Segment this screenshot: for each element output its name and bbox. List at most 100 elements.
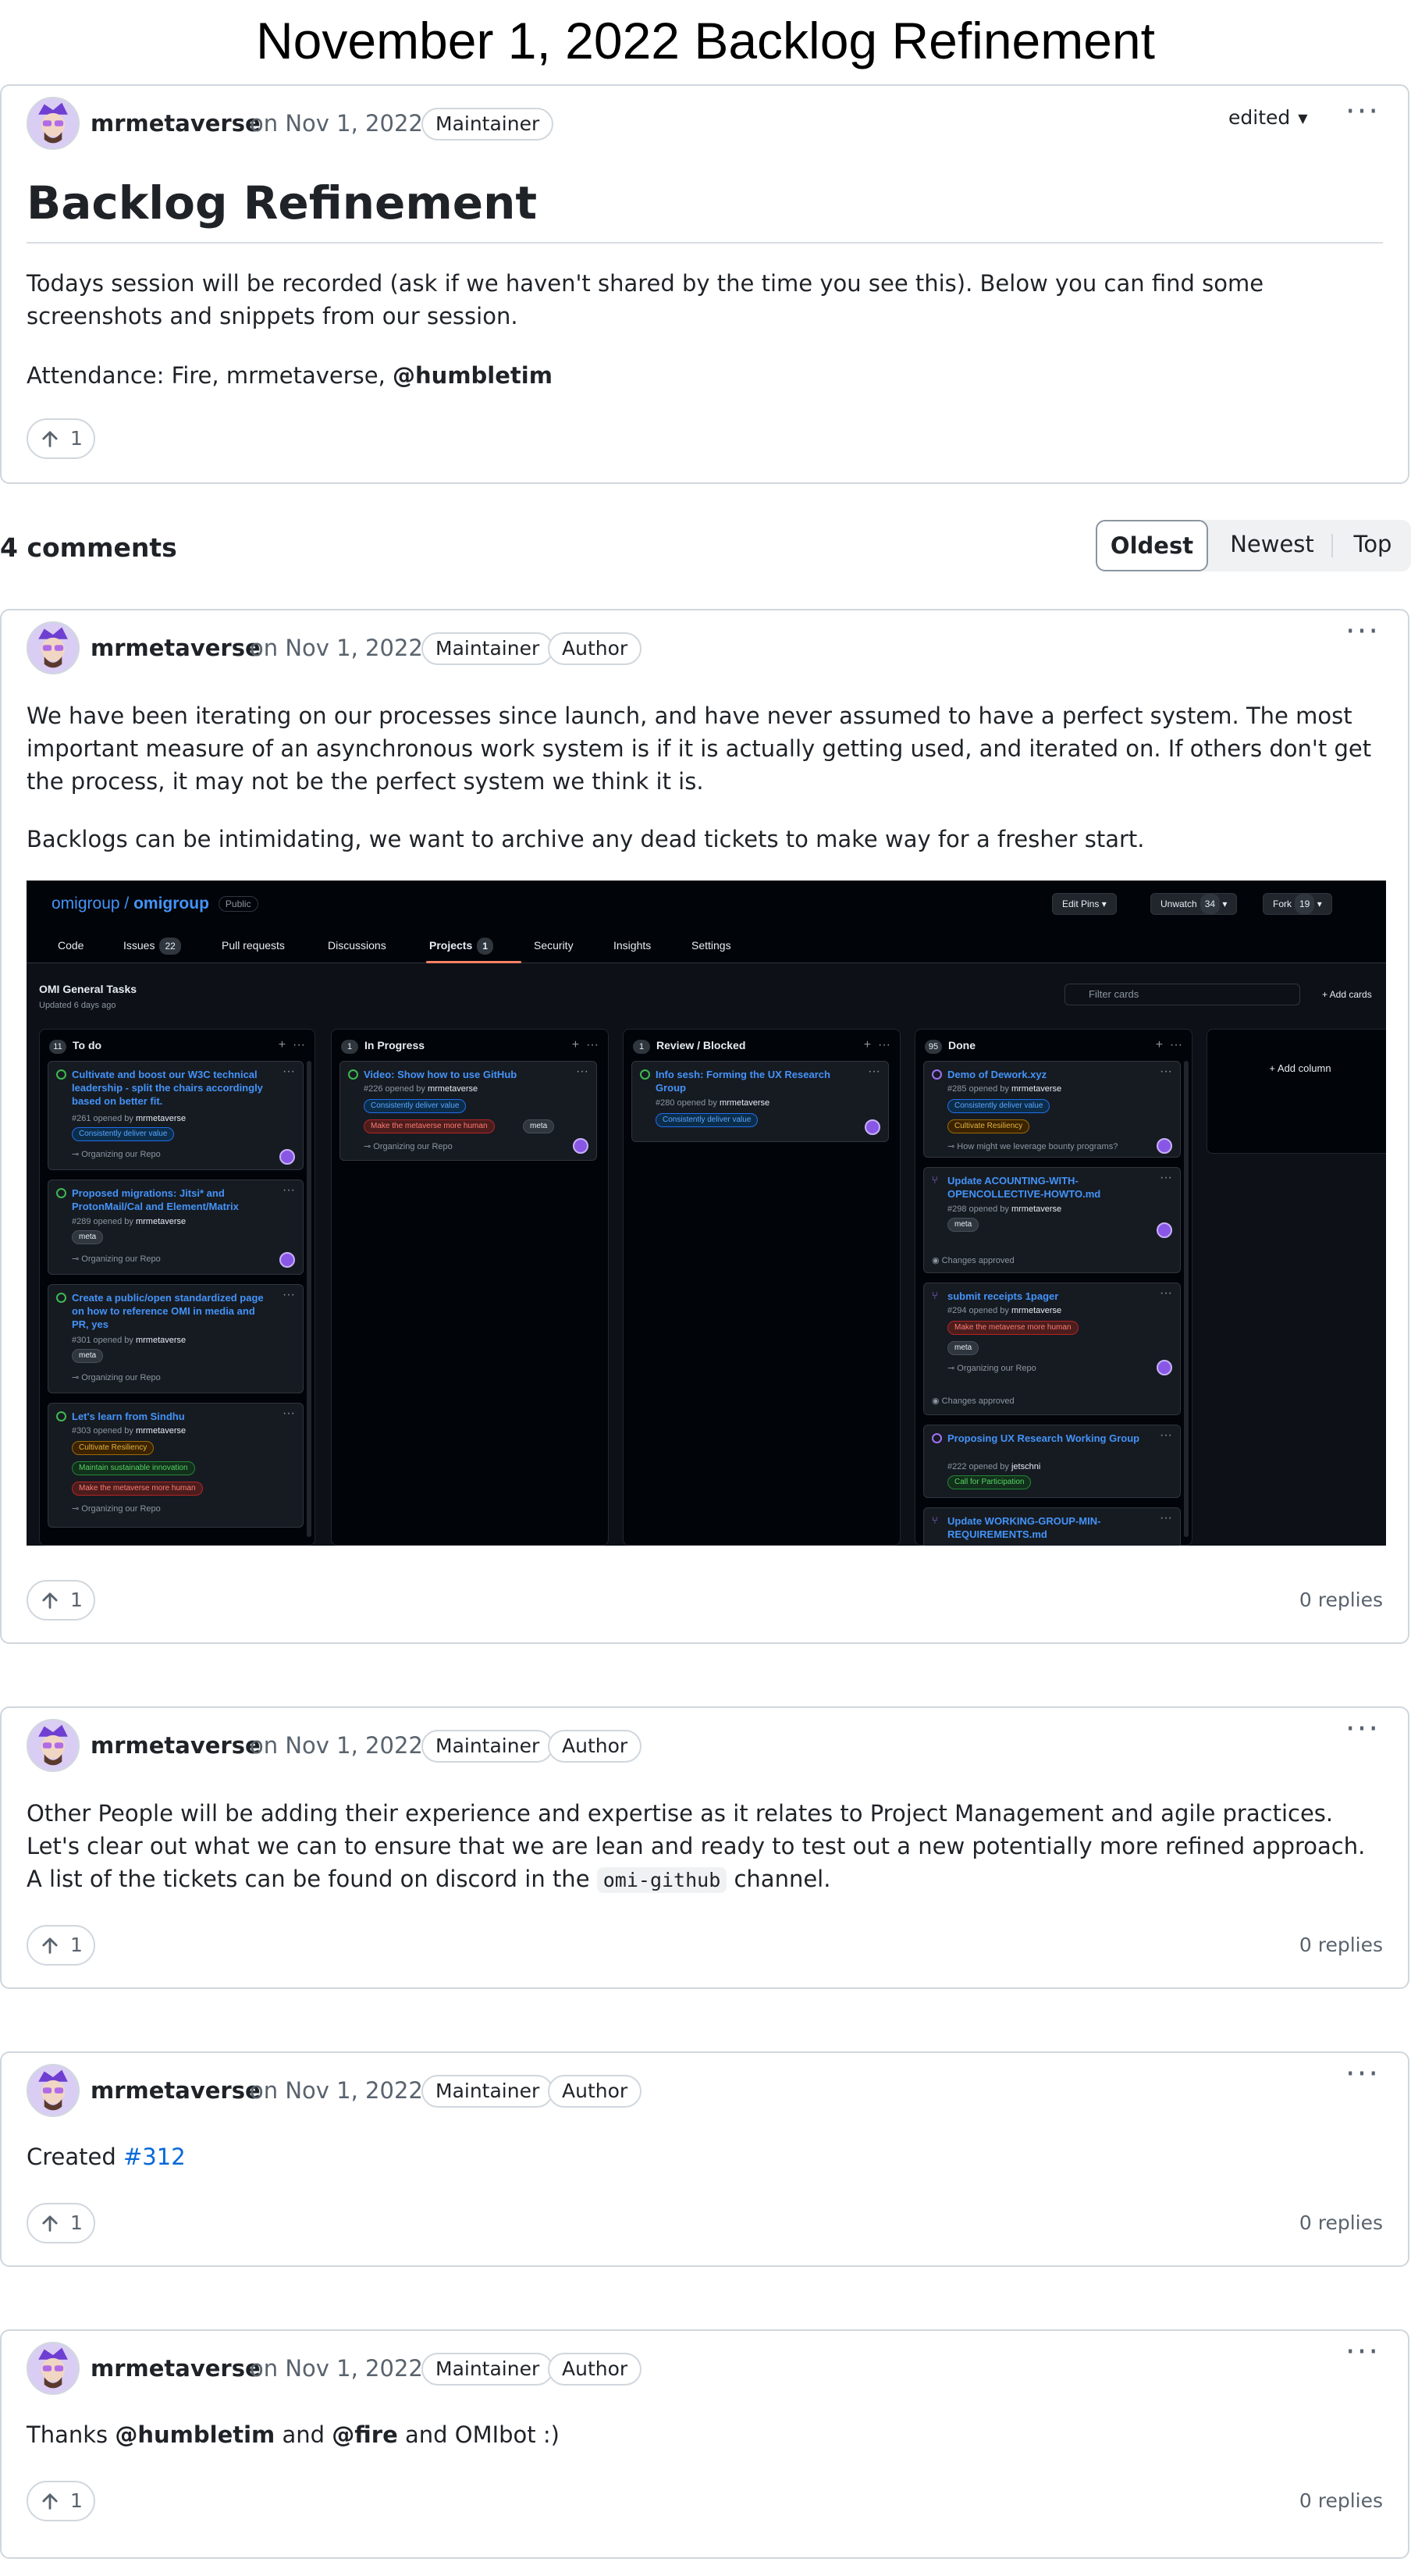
attendance-text: Attendance: Fire, mrmetaverse,: [27, 362, 393, 389]
board-scrollbar: [1184, 1061, 1189, 1537]
comments-count: 4 comments: [0, 532, 177, 563]
sort-oldest-button[interactable]: Oldest: [1096, 520, 1208, 571]
avatar[interactable]: [27, 621, 80, 674]
role-badge: Maintainer: [421, 2353, 554, 2386]
kebab-icon[interactable]: ···: [1342, 2058, 1383, 2097]
mention-link[interactable]: @fire: [332, 2421, 397, 2448]
sort-newest-button[interactable]: Newest: [1213, 520, 1331, 571]
comment-paragraph: Thanks @humbletim and @fire and OMIbot :…: [27, 2421, 560, 2448]
upvote-arrow-icon: [42, 2493, 58, 2510]
replies-count[interactable]: 0 replies: [1299, 1930, 1383, 1961]
replies-count[interactable]: 0 replies: [1299, 2208, 1383, 2239]
board-tab-issues: Issues 22: [123, 937, 181, 955]
sort-toggle: Oldest Newest Top: [1096, 520, 1411, 571]
board-column-header: 95 Done + ···: [925, 1036, 1182, 1055]
comment-author[interactable]: mrmetaverse: [91, 2351, 261, 2386]
board-column-todo: 11 To do + ··· Cultivate and boost our W3C…: [39, 1029, 315, 1546]
avatar[interactable]: [27, 97, 80, 150]
role-badge: Maintainer: [421, 632, 554, 665]
board-repo-header: omigroup / omigroup Public Edit Pins ▾ Un…: [27, 881, 1386, 927]
board-add-column: + Add column: [1207, 1029, 1386, 1154]
upvote-button[interactable]: 1: [27, 2481, 95, 2521]
upvote-arrow-icon: [42, 1937, 58, 1954]
board-unwatch: Unwatch 34 ▾: [1150, 893, 1238, 915]
author-badge: Author: [548, 632, 642, 665]
inline-code: omi-github: [596, 1867, 727, 1893]
board-add-cards: + Add cards: [1322, 989, 1372, 1000]
board-column-header: 1 In Progress + ···: [341, 1036, 599, 1055]
sort-top-button[interactable]: Top: [1335, 520, 1411, 571]
project-board-screenshot: omigroup / omigroup Public Edit Pins ▾ Un…: [27, 881, 1386, 1546]
board-tab-underline: [426, 961, 521, 963]
upvote-arrow-icon: [42, 1592, 58, 1609]
board-column-in-progress: 1 In Progress + ··· Video: Show how to use…: [331, 1029, 609, 1546]
board-scrollbar: [307, 1061, 311, 1537]
post-paragraph: Todays session will be recorded (ask if …: [27, 270, 1264, 329]
board-card: Create a public/open standardized page o…: [48, 1284, 304, 1393]
board-visibility: Public: [218, 896, 258, 913]
board-org: omigroup: [52, 895, 120, 913]
comment-author[interactable]: mrmetaverse: [91, 631, 261, 665]
replies-count[interactable]: 0 replies: [1299, 2485, 1383, 2517]
comment-date[interactable]: on Nov 1, 2022: [250, 1728, 423, 1763]
issue-link[interactable]: #312: [123, 2144, 186, 2170]
board-tab-code: Code: [58, 939, 84, 952]
kebab-icon[interactable]: ···: [1342, 1713, 1383, 1752]
edited-label: edited: [1228, 106, 1291, 129]
avatar[interactable]: [27, 2064, 80, 2117]
board-column-review: 1 Review / Blocked + ··· Info sesh: Formin…: [623, 1029, 901, 1546]
comment-date[interactable]: on Nov 1, 2022: [250, 2073, 423, 2108]
kebab-icon[interactable]: ···: [1342, 616, 1383, 654]
mention-link[interactable]: @humbletim: [115, 2421, 275, 2448]
post-date[interactable]: on Nov 1, 2022: [250, 106, 423, 141]
board-tab-security: Security: [534, 939, 574, 952]
upvote-button[interactable]: 1: [27, 1580, 95, 1621]
replies-count[interactable]: 0 replies: [1299, 1585, 1383, 1616]
role-badge: Maintainer: [421, 2075, 554, 2108]
board-card: Proposed migrations: Jitsi* and ProtonMa…: [48, 1179, 304, 1275]
comment: mrmetaverse on Nov 1, 2022 Maintainer Au…: [0, 1706, 1409, 1989]
board-card: Proposing UX Research Working Group ··· …: [923, 1425, 1181, 1498]
upvote-button[interactable]: 1: [27, 418, 95, 459]
board-nav: Code Issues 22 Pull requests Discussions …: [27, 927, 1386, 963]
upvote-button[interactable]: 1: [27, 2203, 95, 2243]
comment-paragraph: Other People will be adding their experi…: [27, 1800, 1366, 1893]
board-tab-projects: Projects 1: [429, 937, 493, 955]
role-badge: Maintainer: [421, 1730, 554, 1763]
board-tab-settings: Settings: [691, 939, 731, 952]
discussion-post: mrmetaverse on Nov 1, 2022 Maintainer ed…: [0, 84, 1409, 484]
kebab-icon[interactable]: ···: [1342, 2336, 1383, 2375]
board-filter: Filter cards: [1064, 984, 1300, 1005]
avatar[interactable]: [27, 2342, 80, 2395]
comment-paragraph: Created #312: [27, 2144, 186, 2170]
mention-link[interactable]: @humbletim: [393, 362, 553, 389]
board-card: ⑂ submit receipts 1pager ··· #294 opened…: [923, 1283, 1181, 1415]
upvote-arrow-icon: [42, 431, 58, 447]
post-author[interactable]: mrmetaverse: [91, 106, 261, 141]
comment-date[interactable]: on Nov 1, 2022: [250, 631, 423, 665]
edited-dropdown[interactable]: edited ▼: [1228, 101, 1308, 135]
comment-paragraph: Backlogs can be intimidating, we want to…: [27, 826, 1145, 852]
comment-paragraph: We have been iterating on our processes …: [27, 703, 1372, 795]
board-card: Let's learn from Sindhu ··· #303 opened …: [48, 1403, 304, 1528]
author-badge: Author: [548, 2075, 642, 2108]
avatar-image: [28, 623, 78, 673]
kebab-icon[interactable]: ···: [1342, 96, 1383, 134]
comment-author[interactable]: mrmetaverse: [91, 1728, 261, 1763]
upvote-count: 1: [70, 427, 83, 450]
board-column-done: 95 Done + ··· Demo of Dework.xyz ··· #285 …: [915, 1029, 1192, 1546]
comment-author[interactable]: mrmetaverse: [91, 2073, 261, 2108]
board-repo: omigroup: [133, 895, 209, 913]
comment: mrmetaverse on Nov 1, 2022 Maintainer Au…: [0, 609, 1409, 1644]
upvote-arrow-icon: [42, 2215, 58, 2232]
upvote-count: 1: [70, 2211, 83, 2234]
author-badge: Author: [548, 1730, 642, 1763]
board-card: Demo of Dework.xyz ··· #285 opened by mr…: [923, 1061, 1181, 1158]
board-tab-pulls: Pull requests: [222, 939, 285, 952]
comment-date[interactable]: on Nov 1, 2022: [250, 2351, 423, 2386]
heading-divider: [27, 242, 1383, 244]
upvote-button[interactable]: 1: [27, 1925, 95, 1966]
avatar[interactable]: [27, 1719, 80, 1772]
board-repo-path: omigroup / omigroup Public: [52, 893, 258, 915]
upvote-count: 1: [70, 1589, 83, 1611]
